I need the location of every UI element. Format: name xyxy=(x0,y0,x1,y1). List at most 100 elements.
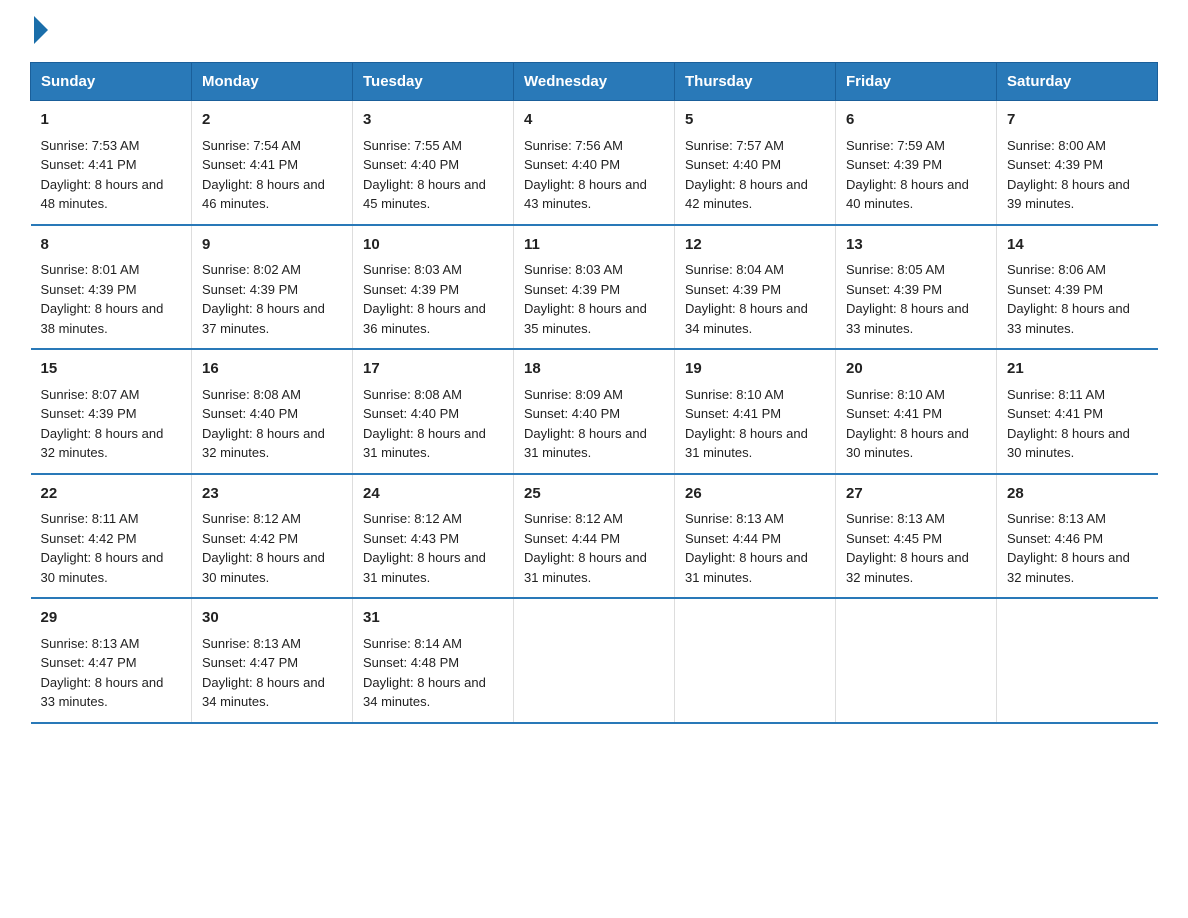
calendar-cell: 6Sunrise: 7:59 AMSunset: 4:39 PMDaylight… xyxy=(836,101,997,225)
calendar-cell: 19Sunrise: 8:10 AMSunset: 4:41 PMDayligh… xyxy=(675,349,836,474)
calendar-cell: 28Sunrise: 8:13 AMSunset: 4:46 PMDayligh… xyxy=(997,474,1158,599)
sunrise-label: Sunrise: 8:03 AM xyxy=(524,262,623,277)
daylight-label: Daylight: 8 hours and 43 minutes. xyxy=(524,177,647,212)
header-thursday: Thursday xyxy=(675,63,836,101)
daylight-label: Daylight: 8 hours and 46 minutes. xyxy=(202,177,325,212)
sunrise-label: Sunrise: 8:06 AM xyxy=(1007,262,1106,277)
sunrise-label: Sunrise: 7:53 AM xyxy=(41,138,140,153)
calendar-cell: 10Sunrise: 8:03 AMSunset: 4:39 PMDayligh… xyxy=(353,225,514,350)
calendar-cell: 24Sunrise: 8:12 AMSunset: 4:43 PMDayligh… xyxy=(353,474,514,599)
calendar-cell: 22Sunrise: 8:11 AMSunset: 4:42 PMDayligh… xyxy=(31,474,192,599)
calendar-cell: 23Sunrise: 8:12 AMSunset: 4:42 PMDayligh… xyxy=(192,474,353,599)
calendar-cell: 31Sunrise: 8:14 AMSunset: 4:48 PMDayligh… xyxy=(353,598,514,723)
calendar-cell xyxy=(675,598,836,723)
sunrise-label: Sunrise: 7:54 AM xyxy=(202,138,301,153)
day-number: 30 xyxy=(202,607,342,630)
sunset-label: Sunset: 4:39 PM xyxy=(524,282,620,297)
calendar-cell: 5Sunrise: 7:57 AMSunset: 4:40 PMDaylight… xyxy=(675,101,836,225)
page-header xyxy=(30,20,1158,44)
sunset-label: Sunset: 4:45 PM xyxy=(846,531,942,546)
calendar-table: SundayMondayTuesdayWednesdayThursdayFrid… xyxy=(30,62,1158,724)
sunset-label: Sunset: 4:40 PM xyxy=(524,157,620,172)
day-number: 1 xyxy=(41,109,182,132)
calendar-cell: 3Sunrise: 7:55 AMSunset: 4:40 PMDaylight… xyxy=(353,101,514,225)
calendar-cell: 30Sunrise: 8:13 AMSunset: 4:47 PMDayligh… xyxy=(192,598,353,723)
sunset-label: Sunset: 4:42 PM xyxy=(202,531,298,546)
daylight-label: Daylight: 8 hours and 32 minutes. xyxy=(846,550,969,585)
calendar-cell: 17Sunrise: 8:08 AMSunset: 4:40 PMDayligh… xyxy=(353,349,514,474)
day-number: 28 xyxy=(1007,483,1148,506)
sunset-label: Sunset: 4:41 PM xyxy=(202,157,298,172)
week-row-2: 8Sunrise: 8:01 AMSunset: 4:39 PMDaylight… xyxy=(31,225,1158,350)
sunrise-label: Sunrise: 8:10 AM xyxy=(846,387,945,402)
daylight-label: Daylight: 8 hours and 34 minutes. xyxy=(685,301,808,336)
day-number: 27 xyxy=(846,483,986,506)
daylight-label: Daylight: 8 hours and 30 minutes. xyxy=(1007,426,1130,461)
header-wednesday: Wednesday xyxy=(514,63,675,101)
sunset-label: Sunset: 4:41 PM xyxy=(41,157,137,172)
daylight-label: Daylight: 8 hours and 35 minutes. xyxy=(524,301,647,336)
sunset-label: Sunset: 4:39 PM xyxy=(41,282,137,297)
sunset-label: Sunset: 4:48 PM xyxy=(363,655,459,670)
sunset-label: Sunset: 4:39 PM xyxy=(846,282,942,297)
day-number: 3 xyxy=(363,109,503,132)
header-sunday: Sunday xyxy=(31,63,192,101)
sunrise-label: Sunrise: 8:04 AM xyxy=(685,262,784,277)
daylight-label: Daylight: 8 hours and 30 minutes. xyxy=(41,550,164,585)
calendar-cell: 21Sunrise: 8:11 AMSunset: 4:41 PMDayligh… xyxy=(997,349,1158,474)
calendar-cell: 15Sunrise: 8:07 AMSunset: 4:39 PMDayligh… xyxy=(31,349,192,474)
sunrise-label: Sunrise: 8:05 AM xyxy=(846,262,945,277)
sunrise-label: Sunrise: 7:57 AM xyxy=(685,138,784,153)
day-number: 20 xyxy=(846,358,986,381)
sunset-label: Sunset: 4:39 PM xyxy=(202,282,298,297)
day-number: 18 xyxy=(524,358,664,381)
day-number: 7 xyxy=(1007,109,1148,132)
sunset-label: Sunset: 4:40 PM xyxy=(363,157,459,172)
daylight-label: Daylight: 8 hours and 31 minutes. xyxy=(524,550,647,585)
calendar-cell: 29Sunrise: 8:13 AMSunset: 4:47 PMDayligh… xyxy=(31,598,192,723)
sunrise-label: Sunrise: 8:12 AM xyxy=(524,511,623,526)
sunrise-label: Sunrise: 8:13 AM xyxy=(202,636,301,651)
sunrise-label: Sunrise: 8:11 AM xyxy=(1007,387,1105,402)
sunset-label: Sunset: 4:39 PM xyxy=(685,282,781,297)
calendar-cell: 11Sunrise: 8:03 AMSunset: 4:39 PMDayligh… xyxy=(514,225,675,350)
sunrise-label: Sunrise: 8:10 AM xyxy=(685,387,784,402)
daylight-label: Daylight: 8 hours and 32 minutes. xyxy=(1007,550,1130,585)
calendar-cell: 14Sunrise: 8:06 AMSunset: 4:39 PMDayligh… xyxy=(997,225,1158,350)
sunrise-label: Sunrise: 8:09 AM xyxy=(524,387,623,402)
day-number: 2 xyxy=(202,109,342,132)
sunrise-label: Sunrise: 8:12 AM xyxy=(363,511,462,526)
day-number: 25 xyxy=(524,483,664,506)
calendar-cell: 18Sunrise: 8:09 AMSunset: 4:40 PMDayligh… xyxy=(514,349,675,474)
sunrise-label: Sunrise: 8:14 AM xyxy=(363,636,462,651)
calendar-cell xyxy=(997,598,1158,723)
sunset-label: Sunset: 4:39 PM xyxy=(1007,157,1103,172)
daylight-label: Daylight: 8 hours and 30 minutes. xyxy=(846,426,969,461)
day-number: 13 xyxy=(846,234,986,257)
sunrise-label: Sunrise: 8:13 AM xyxy=(685,511,784,526)
day-number: 16 xyxy=(202,358,342,381)
sunrise-label: Sunrise: 8:08 AM xyxy=(363,387,462,402)
day-number: 14 xyxy=(1007,234,1148,257)
calendar-cell: 12Sunrise: 8:04 AMSunset: 4:39 PMDayligh… xyxy=(675,225,836,350)
sunrise-label: Sunrise: 7:59 AM xyxy=(846,138,945,153)
calendar-header-row: SundayMondayTuesdayWednesdayThursdayFrid… xyxy=(31,63,1158,101)
calendar-cell: 13Sunrise: 8:05 AMSunset: 4:39 PMDayligh… xyxy=(836,225,997,350)
week-row-5: 29Sunrise: 8:13 AMSunset: 4:47 PMDayligh… xyxy=(31,598,1158,723)
sunset-label: Sunset: 4:47 PM xyxy=(202,655,298,670)
logo-triangle-icon xyxy=(34,16,48,44)
day-number: 24 xyxy=(363,483,503,506)
sunset-label: Sunset: 4:40 PM xyxy=(685,157,781,172)
day-number: 4 xyxy=(524,109,664,132)
sunset-label: Sunset: 4:43 PM xyxy=(363,531,459,546)
calendar-cell: 27Sunrise: 8:13 AMSunset: 4:45 PMDayligh… xyxy=(836,474,997,599)
daylight-label: Daylight: 8 hours and 30 minutes. xyxy=(202,550,325,585)
day-number: 6 xyxy=(846,109,986,132)
calendar-cell: 16Sunrise: 8:08 AMSunset: 4:40 PMDayligh… xyxy=(192,349,353,474)
day-number: 26 xyxy=(685,483,825,506)
sunset-label: Sunset: 4:47 PM xyxy=(41,655,137,670)
sunrise-label: Sunrise: 8:07 AM xyxy=(41,387,140,402)
week-row-4: 22Sunrise: 8:11 AMSunset: 4:42 PMDayligh… xyxy=(31,474,1158,599)
daylight-label: Daylight: 8 hours and 39 minutes. xyxy=(1007,177,1130,212)
daylight-label: Daylight: 8 hours and 32 minutes. xyxy=(202,426,325,461)
